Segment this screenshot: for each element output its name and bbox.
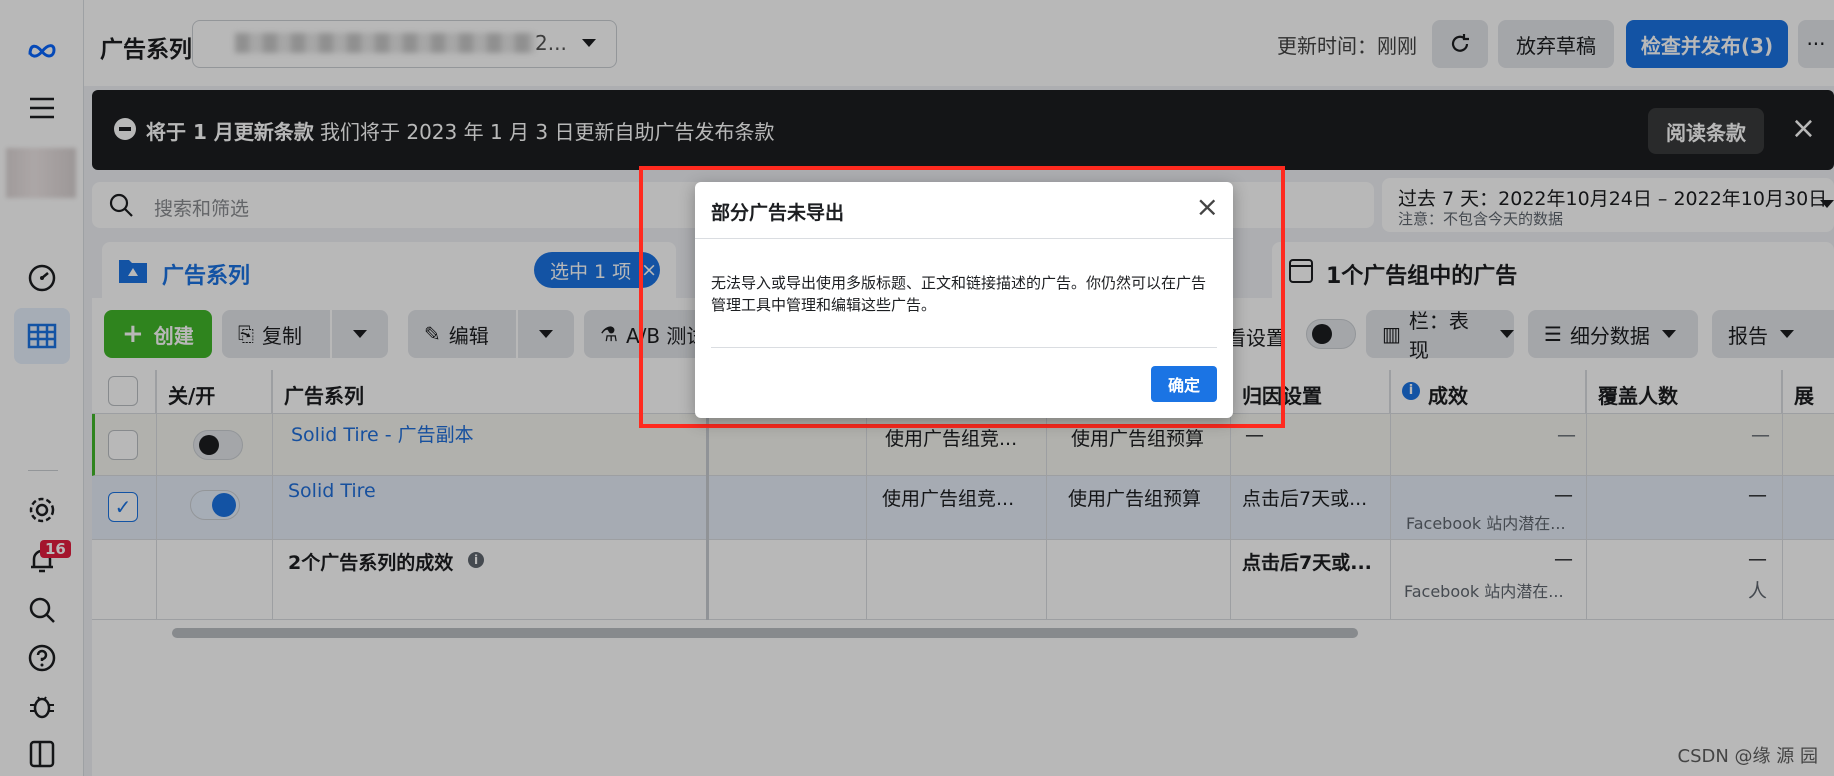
dialog-message: 无法导入或导出使用多版标题、正文和链接描述的广告。你仍然可以在广告管理工具中管理… — [711, 274, 1207, 314]
dialog-divider — [711, 347, 1217, 348]
export-warning-dialog: 部分广告未导出 × 无法导入或导出使用多版标题、正文和链接描述的广告。你仍然可以… — [695, 182, 1233, 418]
dialog-divider — [695, 238, 1233, 239]
close-icon[interactable]: × — [1196, 192, 1219, 222]
confirm-button[interactable]: 确定 — [1151, 366, 1217, 402]
watermark: CSDN @缘 源 园 — [1677, 746, 1818, 767]
dialog-title: 部分广告未导出 — [711, 202, 845, 224]
